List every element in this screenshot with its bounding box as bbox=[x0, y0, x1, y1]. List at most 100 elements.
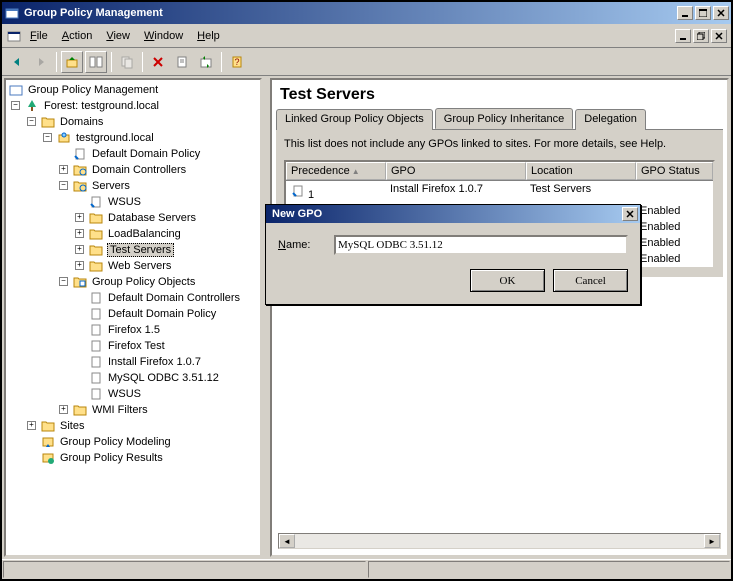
expand-icon[interactable]: − bbox=[59, 181, 68, 190]
back-button[interactable] bbox=[6, 51, 28, 73]
expand-icon[interactable]: + bbox=[59, 165, 68, 174]
minimize-button[interactable] bbox=[677, 6, 693, 20]
new-gpo-dialog: New GPO Name: OK Cancel bbox=[265, 204, 641, 305]
dialog-title: New GPO bbox=[272, 208, 622, 220]
ou-icon bbox=[72, 178, 88, 194]
forward-button[interactable] bbox=[30, 51, 52, 73]
help-button[interactable]: ? bbox=[226, 51, 248, 73]
tree-gpo-item[interactable]: MySQL ODBC 3.51.12 bbox=[8, 370, 258, 386]
gpo-icon bbox=[88, 386, 104, 402]
list-row[interactable]: 1 Install Firefox 1.0.7 Test Servers bbox=[286, 181, 713, 203]
mdi-close-button[interactable] bbox=[711, 29, 727, 43]
dialog-titlebar[interactable]: New GPO bbox=[266, 205, 640, 223]
col-gpo[interactable]: GPO bbox=[386, 162, 526, 180]
horizontal-scrollbar[interactable]: ◄ ► bbox=[278, 533, 721, 549]
gpo-folder-icon bbox=[72, 274, 88, 290]
tab-delegation[interactable]: Delegation bbox=[575, 109, 646, 130]
maximize-button[interactable] bbox=[695, 6, 711, 20]
scroll-right-button[interactable]: ► bbox=[704, 534, 720, 548]
tree-default-policy[interactable]: Default Domain Policy bbox=[8, 146, 258, 162]
menu-file[interactable]: File bbox=[24, 28, 54, 44]
tab-linked[interactable]: Linked Group Policy Objects bbox=[276, 109, 433, 130]
svg-text:?: ? bbox=[234, 57, 239, 67]
copy-button[interactable] bbox=[116, 51, 138, 73]
tree-gpo-item[interactable]: Install Firefox 1.0.7 bbox=[8, 354, 258, 370]
tree-test-servers[interactable]: +Test Servers bbox=[8, 242, 258, 258]
gpo-icon bbox=[88, 370, 104, 386]
col-location[interactable]: Location bbox=[526, 162, 636, 180]
expand-icon[interactable]: + bbox=[27, 421, 36, 430]
tree-gpo-item[interactable]: Default Domain Policy bbox=[8, 306, 258, 322]
modeling-icon bbox=[40, 434, 56, 450]
tree-gpresults[interactable]: Group Policy Results bbox=[8, 450, 258, 466]
tree-web-servers[interactable]: +Web Servers bbox=[8, 258, 258, 274]
expand-icon[interactable]: − bbox=[11, 101, 20, 110]
properties-button[interactable] bbox=[171, 51, 193, 73]
tree-gpmodel[interactable]: Group Policy Modeling bbox=[8, 434, 258, 450]
expand-icon[interactable]: + bbox=[59, 405, 68, 414]
delete-button[interactable] bbox=[147, 51, 169, 73]
tab-inheritance[interactable]: Group Policy Inheritance bbox=[435, 108, 573, 129]
close-button[interactable] bbox=[713, 6, 729, 20]
tree-pane[interactable]: Group Policy Management −Forest: testgro… bbox=[4, 78, 262, 557]
tree-domains[interactable]: −Domains bbox=[8, 114, 258, 130]
expand-icon[interactable]: − bbox=[43, 133, 52, 142]
domain-icon bbox=[56, 130, 72, 146]
cancel-button[interactable]: Cancel bbox=[553, 269, 628, 292]
expand-icon[interactable]: + bbox=[75, 213, 84, 222]
tree-gpo-item[interactable]: Firefox 1.5 bbox=[8, 322, 258, 338]
scroll-left-button[interactable]: ◄ bbox=[279, 534, 295, 548]
tree-sites[interactable]: +Sites bbox=[8, 418, 258, 434]
mdi-minimize-button[interactable] bbox=[675, 29, 691, 43]
folder-icon bbox=[72, 402, 88, 418]
tree-wsus-link[interactable]: WSUS bbox=[8, 194, 258, 210]
tree-db-servers[interactable]: +Database Servers bbox=[8, 210, 258, 226]
expand-icon[interactable]: + bbox=[75, 261, 84, 270]
dialog-close-button[interactable] bbox=[622, 207, 638, 221]
tree-dc[interactable]: +Domain Controllers bbox=[8, 162, 258, 178]
menu-view[interactable]: View bbox=[100, 28, 136, 44]
col-precedence[interactable]: Precedence▲ bbox=[286, 162, 386, 180]
ou-icon bbox=[88, 226, 104, 242]
scroll-track[interactable] bbox=[295, 534, 704, 548]
page-title: Test Servers bbox=[280, 86, 723, 104]
status-cell bbox=[3, 561, 366, 578]
menu-action[interactable]: Action bbox=[56, 28, 99, 44]
tree-root[interactable]: Group Policy Management bbox=[8, 82, 258, 98]
tree-gpo-item[interactable]: Default Domain Controllers bbox=[8, 290, 258, 306]
gpo-link-icon bbox=[72, 146, 88, 162]
name-input[interactable] bbox=[334, 235, 628, 255]
menubar: File Action View Window Help bbox=[2, 24, 731, 48]
dialog-body: Name: OK Cancel bbox=[266, 223, 640, 304]
tree-forest[interactable]: −Forest: testground.local bbox=[8, 98, 258, 114]
ok-button[interactable]: OK bbox=[470, 269, 545, 292]
ou-icon bbox=[88, 242, 104, 258]
gpo-icon bbox=[88, 322, 104, 338]
mdi-restore-button[interactable] bbox=[693, 29, 709, 43]
content-area: Group Policy Management −Forest: testgro… bbox=[2, 76, 731, 559]
tree-domain[interactable]: −testground.local bbox=[8, 130, 258, 146]
menu-help[interactable]: Help bbox=[191, 28, 226, 44]
col-status[interactable]: GPO Status bbox=[636, 162, 713, 180]
menu-window[interactable]: Window bbox=[138, 28, 189, 44]
tree-gpo-item[interactable]: Firefox Test bbox=[8, 338, 258, 354]
titlebar[interactable]: Group Policy Management bbox=[2, 2, 731, 24]
tree-loadbalancing[interactable]: +LoadBalancing bbox=[8, 226, 258, 242]
gpo-icon bbox=[88, 338, 104, 354]
tree-gpo-item[interactable]: WSUS bbox=[8, 386, 258, 402]
tree-gpo-container[interactable]: −Group Policy Objects bbox=[8, 274, 258, 290]
refresh-button[interactable] bbox=[195, 51, 217, 73]
up-button[interactable] bbox=[61, 51, 83, 73]
expand-icon[interactable]: + bbox=[75, 229, 84, 238]
expand-icon[interactable]: − bbox=[59, 277, 68, 286]
ou-icon bbox=[88, 210, 104, 226]
show-hide-button[interactable] bbox=[85, 51, 107, 73]
console-icon bbox=[8, 82, 24, 98]
expand-icon[interactable]: − bbox=[27, 117, 36, 126]
statusbar bbox=[2, 559, 731, 579]
expand-icon[interactable]: + bbox=[75, 245, 84, 254]
tree-wmi[interactable]: +WMI Filters bbox=[8, 402, 258, 418]
splitter[interactable] bbox=[264, 76, 268, 559]
ou-icon bbox=[72, 162, 88, 178]
tree-servers[interactable]: −Servers bbox=[8, 178, 258, 194]
